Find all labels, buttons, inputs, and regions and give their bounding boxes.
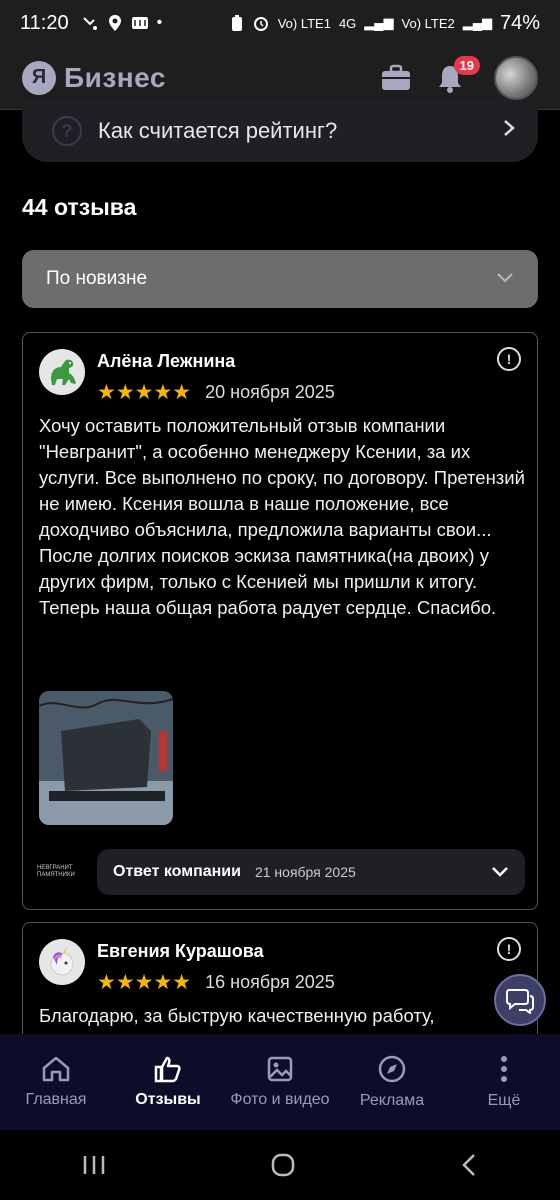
review-text: Хочу оставить положительный отзыв компан… <box>39 415 525 618</box>
nav-reviews[interactable]: Отзывы <box>113 1055 223 1109</box>
alarm-icon <box>253 17 268 31</box>
dot-icon: • <box>156 14 163 31</box>
compass-icon <box>378 1055 406 1083</box>
nav-ads[interactable]: Реклама <box>337 1054 447 1110</box>
unicorn-icon <box>50 946 74 976</box>
chat-bubbles-icon <box>506 989 534 1014</box>
review-header: Алёна Лежнина ★★★★★ 20 ноября 2025 <box>39 349 335 405</box>
reviewer-avatar[interactable] <box>39 349 85 395</box>
chevron-right-icon <box>502 118 516 144</box>
chevron-down-icon <box>496 268 514 290</box>
chevron-down-icon <box>491 862 509 883</box>
nav-ads-label: Реклама <box>359 1092 425 1109</box>
signal-icon: ▂▄▆ <box>364 15 394 30</box>
nav-photos-label: Фото и видео <box>230 1091 330 1108</box>
net1-label: Vo) LTE1 <box>277 15 331 31</box>
home-button-icon[interactable] <box>270 1152 296 1178</box>
monument-photo-icon <box>39 691 173 825</box>
notification-badge: 19 <box>453 55 480 75</box>
net2-label: 4G <box>338 15 357 31</box>
review-text: Благодарю, за быструю качественную работ… <box>39 1005 435 1026</box>
sort-select[interactable]: По новизне <box>22 250 538 308</box>
answer-date: 21 ноября 2025 <box>254 864 356 880</box>
rating-info-link[interactable]: ? Как считается рейтинг? <box>22 100 538 162</box>
profile-avatar[interactable] <box>494 55 538 100</box>
rating-stars: ★★★★★ <box>97 381 192 404</box>
more-vertical-icon <box>501 1056 507 1082</box>
nav-home-label: Главная <box>25 1091 87 1108</box>
reviewer-name[interactable]: Евгения Курашова <box>97 941 335 962</box>
status-left-icons: • <box>81 14 163 32</box>
chat-button[interactable] <box>494 974 546 1026</box>
net3-label: Vo) LTE2 <box>401 15 455 31</box>
company-answer-row: НЕВГРАНИТ ПАМЯТНИКИ Ответ компании 21 но… <box>37 849 525 895</box>
company-logo: НЕВГРАНИТ ПАМЯТНИКИ <box>37 857 85 887</box>
yandex-business-logo[interactable]: Я Бизнес <box>22 60 166 95</box>
battery-level: 74% <box>499 11 540 34</box>
logo-text: Бизнес <box>64 61 166 93</box>
notifications-button[interactable]: 19 <box>432 55 480 96</box>
signal2-icon: ▂▄▆ <box>462 15 492 30</box>
reviewer-avatar[interactable] <box>39 939 85 985</box>
mail-icon <box>131 17 148 29</box>
battery-saver-icon <box>231 15 242 31</box>
back-icon[interactable] <box>459 1152 479 1178</box>
home-icon <box>42 1056 70 1082</box>
review-card: Алёна Лежнина ★★★★★ 20 ноября 2025 ! Хоч… <box>22 332 538 910</box>
header-icons: 19 <box>378 55 538 100</box>
nav-home[interactable]: Главная <box>1 1055 111 1109</box>
status-right-icons: Vo) LTE1 4G ▂▄▆ Vo) LTE2 ▂▄▆ 74% <box>230 12 540 35</box>
rating-info-label: Как считается рейтинг? <box>98 118 338 143</box>
report-icon[interactable]: ! <box>497 937 521 961</box>
review-date: 16 ноября 2025 <box>205 972 335 992</box>
system-navigation <box>0 1130 560 1200</box>
company-logo-text: НЕВГРАНИТ ПАМЯТНИКИ <box>37 865 75 878</box>
missed-call-icon <box>82 17 97 30</box>
sort-selected-value: По новизне <box>46 268 148 289</box>
rating-stars: ★★★★★ <box>97 971 192 994</box>
review-header: Евгения Курашова ★★★★★ 16 ноября 2025 <box>39 939 335 995</box>
status-time: 11:20 <box>20 11 69 34</box>
reviewer-name[interactable]: Алёна Лежнина <box>97 351 335 372</box>
image-icon <box>267 1056 293 1082</box>
location-icon <box>108 15 121 31</box>
dinosaur-icon <box>51 359 76 385</box>
reviews-count: 44 отзыва <box>22 194 137 220</box>
status-bar: 11:20 • Vo) LTE1 4G ▂▄▆ Vo) LTE2 ▂▄▆ 74% <box>0 0 560 46</box>
company-answer-toggle[interactable]: Ответ компании 21 ноября 2025 <box>97 849 525 895</box>
nav-reviews-label: Отзывы <box>135 1091 201 1108</box>
nav-photos[interactable]: Фото и видео <box>225 1055 335 1109</box>
question-icon: ? <box>52 116 82 146</box>
recent-apps-icon[interactable] <box>81 1153 107 1177</box>
bottom-navigation: Главная Отзывы Фото и видео Реклама Ещё <box>0 1034 560 1130</box>
logo-letter: Я <box>22 60 56 95</box>
nav-more-label: Ещё <box>487 1092 521 1109</box>
briefcase-button[interactable] <box>378 60 414 96</box>
review-date: 20 ноября 2025 <box>205 382 335 402</box>
report-icon[interactable]: ! <box>497 347 521 371</box>
thumbs-up-icon <box>154 1056 181 1083</box>
review-photo[interactable] <box>39 691 173 825</box>
briefcase-icon <box>382 64 410 90</box>
nav-more[interactable]: Ещё <box>449 1054 559 1110</box>
answer-label: Ответ компании <box>113 863 241 880</box>
